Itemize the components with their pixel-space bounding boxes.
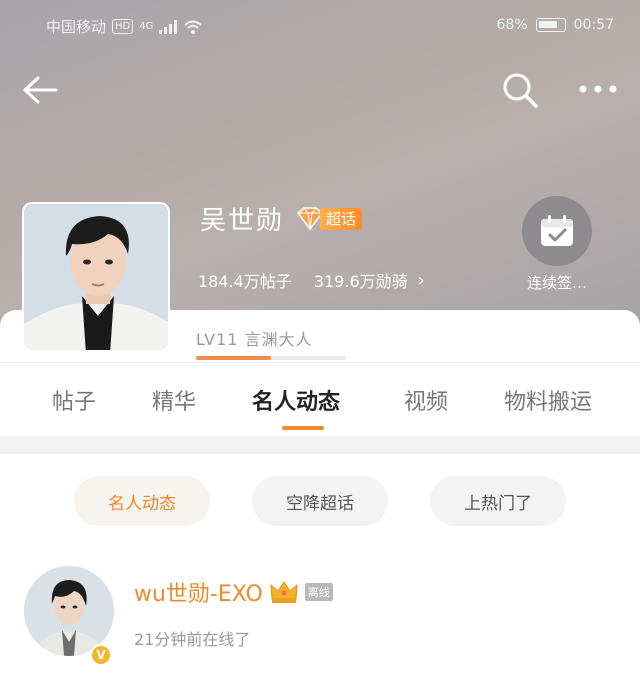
tab-posts[interactable]: 帖子 bbox=[52, 384, 96, 416]
celebrity-item[interactable]: V wu世勋-EXO 离线 21分钟前在线了 bbox=[0, 550, 640, 678]
username-row: wu世勋-EXO 离线 bbox=[134, 576, 333, 608]
level-progress-bar bbox=[196, 356, 346, 360]
avatar[interactable]: V bbox=[24, 566, 114, 666]
tab-videos[interactable]: 视频 bbox=[404, 384, 448, 416]
level-progress-fill bbox=[196, 356, 271, 360]
topic-avatar[interactable] bbox=[22, 202, 170, 352]
battery-icon bbox=[535, 18, 566, 32]
more-button[interactable] bbox=[574, 74, 624, 104]
divider bbox=[0, 362, 640, 363]
user-level[interactable]: LV11 言渊大人 bbox=[196, 326, 346, 360]
wifi-icon bbox=[184, 20, 203, 34]
search-button[interactable] bbox=[498, 70, 542, 110]
portrait-image bbox=[24, 204, 168, 350]
top-navigation bbox=[0, 60, 640, 120]
more-dots-icon bbox=[579, 85, 617, 93]
filter-chips: 名人动态 空降超话 上热门了 bbox=[0, 454, 640, 550]
verified-badge-icon: V bbox=[90, 644, 112, 666]
chaohua-badge: 超话 bbox=[294, 206, 363, 232]
tab-featured[interactable]: 精华 bbox=[152, 384, 196, 416]
username[interactable]: wu世勋-EXO bbox=[134, 576, 263, 608]
last-online-text: 21分钟前在线了 bbox=[134, 630, 251, 649]
clock: 00:57 bbox=[573, 17, 614, 33]
carrier-label: 中国移动 bbox=[46, 18, 107, 36]
fans-count: 319.6万勋骑 bbox=[313, 272, 408, 291]
user-portrait bbox=[24, 566, 114, 656]
search-icon bbox=[503, 73, 538, 108]
posts-count: 184.4万帖子 bbox=[198, 272, 292, 291]
status-bar: 中国移动 HD 4G 68% 00:57 bbox=[0, 0, 640, 52]
checkin-label: 连续签… bbox=[526, 274, 587, 292]
tab-materials[interactable]: 物料搬运 bbox=[504, 384, 592, 416]
chip-celebrity-updates[interactable]: 名人动态 bbox=[74, 476, 210, 526]
tab-celebrity-updates[interactable]: 名人动态 bbox=[252, 384, 340, 416]
topic-title-row: 吴世勋 超话 bbox=[200, 200, 363, 237]
level-text: LV11 言渊大人 bbox=[196, 330, 313, 349]
crown-icon bbox=[270, 581, 298, 603]
checkin-circle bbox=[522, 196, 592, 266]
topic-stats[interactable]: 184.4万帖子 319.6万勋骑 › bbox=[198, 268, 425, 292]
section-separator bbox=[0, 436, 640, 454]
calendar-check-icon bbox=[541, 215, 573, 246]
back-button[interactable] bbox=[20, 72, 60, 108]
checkin-button[interactable]: 连续签… bbox=[514, 196, 600, 293]
arrow-left-icon bbox=[23, 76, 58, 104]
battery-percent: 68% bbox=[496, 17, 528, 33]
chip-trending[interactable]: 上热门了 bbox=[430, 476, 566, 526]
topic-name: 吴世勋 bbox=[200, 206, 285, 236]
signal-icon bbox=[159, 19, 178, 34]
hd-badge: HD bbox=[112, 19, 134, 34]
network-type: 4G bbox=[139, 21, 154, 32]
active-tab-indicator bbox=[282, 426, 324, 430]
tab-bar: 帖子 精华 名人动态 视频 物料搬运 bbox=[0, 364, 640, 436]
chaohua-label: 超话 bbox=[320, 207, 363, 230]
offline-tag: 离线 bbox=[304, 583, 333, 601]
chip-airdrop-chaohua[interactable]: 空降超话 bbox=[252, 476, 388, 526]
chevron-right-icon: › bbox=[417, 269, 425, 291]
